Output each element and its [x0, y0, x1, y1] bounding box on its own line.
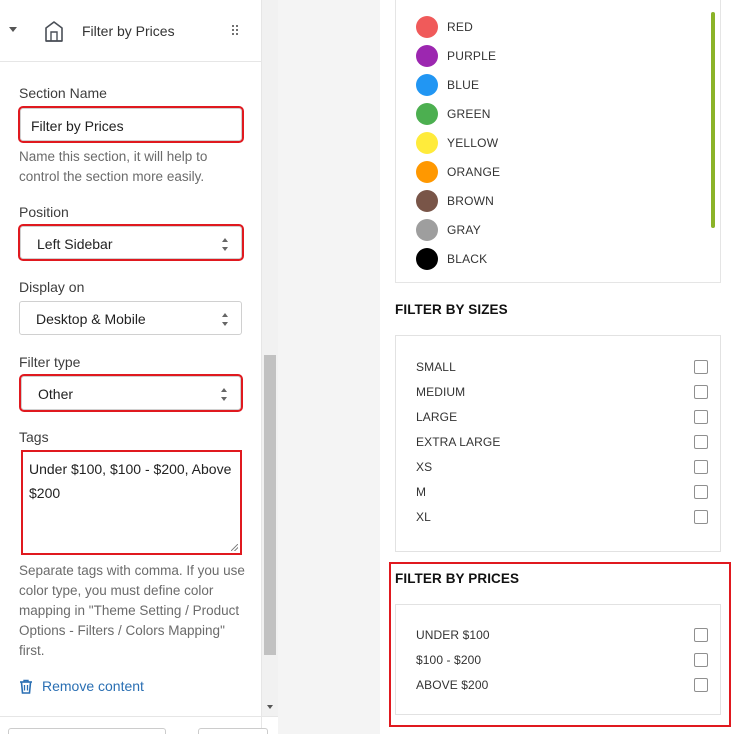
color-name: YELLOW: [447, 135, 499, 150]
color-swatch: [416, 15, 438, 38]
filter-option-label: SMALL: [416, 360, 456, 374]
color-option[interactable]: GREEN: [416, 99, 500, 128]
drag-handle-icon[interactable]: [232, 25, 240, 37]
filter-option[interactable]: MEDIUM: [416, 380, 708, 405]
position-label: Position: [19, 204, 69, 220]
filter-checkbox[interactable]: [694, 435, 708, 449]
color-name: BLACK: [447, 251, 488, 266]
prices-highlight-box: [389, 562, 731, 727]
color-option[interactable]: BROWN: [416, 186, 500, 215]
filter-option[interactable]: M: [416, 480, 708, 505]
color-name: RED: [447, 19, 473, 34]
position-value: Left Sidebar: [37, 236, 113, 252]
tags-label: Tags: [19, 429, 49, 445]
select-arrows-icon: [222, 313, 229, 326]
preview-gutter: [278, 0, 380, 734]
color-name: ORANGE: [447, 164, 501, 179]
filter-checkbox[interactable]: [694, 460, 708, 474]
filter-checkbox[interactable]: [694, 510, 708, 524]
color-name: GRAY: [447, 222, 481, 237]
chevron-down-icon[interactable]: [9, 27, 17, 32]
filter-option[interactable]: LARGE: [416, 405, 708, 430]
color-filter-box: RED PURPLE BLUE GREEN YELLOW ORANGE BROWN GRAY B…: [395, 0, 721, 283]
filter-checkbox[interactable]: [694, 410, 708, 424]
section-name-input[interactable]: Filter by Prices: [18, 106, 244, 143]
tags-textarea[interactable]: Under $100, $100 - $200, Above $200: [21, 450, 242, 555]
filter-option[interactable]: SMALL: [416, 355, 708, 380]
color-list: RED PURPLE BLUE GREEN YELLOW ORANGE BROWN GRAY B…: [416, 12, 500, 273]
sizes-filter-box: SMALL MEDIUM LARGE EXTRA LARGE XS M XL: [395, 335, 721, 552]
color-swatch: [416, 131, 438, 154]
color-option[interactable]: BLUE: [416, 70, 500, 99]
color-option[interactable]: GRAY: [416, 215, 500, 244]
color-swatch: [416, 73, 438, 96]
color-swatch: [416, 218, 438, 241]
filter-option-label: MEDIUM: [416, 385, 466, 399]
filter-option[interactable]: EXTRA LARGE: [416, 430, 708, 455]
color-swatch: [416, 189, 438, 212]
color-swatch: [416, 160, 438, 183]
color-name: PURPLE: [447, 48, 497, 63]
color-list-scrollbar[interactable]: [711, 12, 715, 228]
filter-type-label: Filter type: [19, 354, 81, 370]
color-option[interactable]: YELLOW: [416, 128, 500, 157]
filter-checkbox[interactable]: [694, 485, 708, 499]
display-on-select[interactable]: Desktop & Mobile: [19, 301, 242, 335]
sizes-title: FILTER BY SIZES: [395, 302, 508, 317]
filter-option[interactable]: XS: [416, 455, 708, 480]
scroll-down-icon[interactable]: [267, 705, 273, 709]
filter-option-label: XL: [416, 510, 431, 524]
section-icon: [45, 21, 63, 42]
section-name-value: Filter by Prices: [31, 118, 124, 134]
display-on-value: Desktop & Mobile: [36, 311, 146, 327]
page: Filter by Prices Section Name Filter by …: [0, 0, 735, 734]
section-name-help: Name this section, it will help to contr…: [19, 149, 208, 184]
filter-checkbox[interactable]: [694, 385, 708, 399]
color-option[interactable]: BLACK: [416, 244, 500, 273]
filter-option-label: EXTRA LARGE: [416, 435, 501, 449]
filter-option[interactable]: XL: [416, 505, 708, 530]
color-name: BROWN: [447, 193, 494, 208]
panel-scrollbar[interactable]: [262, 0, 278, 716]
color-swatch: [416, 102, 438, 125]
color-option[interactable]: ORANGE: [416, 157, 500, 186]
trash-icon: [20, 679, 32, 694]
color-swatch: [416, 44, 438, 67]
select-arrows-icon: [222, 238, 229, 251]
color-swatch: [416, 247, 438, 270]
color-option[interactable]: PURPLE: [416, 41, 500, 70]
display-on-label: Display on: [19, 279, 85, 295]
color-name: GREEN: [447, 106, 491, 121]
footer-divider: [0, 716, 278, 717]
tags-value: Under $100, $100 - $200, Above $200: [29, 461, 232, 501]
color-option[interactable]: RED: [416, 12, 500, 41]
resize-grip-icon[interactable]: [231, 544, 238, 551]
filter-option-label: M: [416, 485, 427, 499]
position-select[interactable]: Left Sidebar: [18, 224, 244, 261]
select-arrows-icon: [221, 388, 228, 401]
panel-title: Filter by Prices: [82, 23, 175, 39]
panel-header: Filter by Prices: [0, 0, 262, 62]
tags-help: Separate tags with comma. If you use col…: [19, 563, 245, 658]
filter-option-label: XS: [416, 460, 433, 474]
footer-button[interactable]: [198, 728, 268, 734]
remove-content-button[interactable]: Remove content: [19, 676, 144, 696]
footer-button[interactable]: [8, 728, 166, 734]
color-name: BLUE: [447, 77, 480, 92]
filter-checkbox[interactable]: [694, 360, 708, 374]
section-name-label: Section Name: [19, 85, 107, 101]
scrollbar-thumb[interactable]: [264, 355, 276, 655]
filter-option-label: LARGE: [416, 410, 458, 424]
settings-panel: Filter by Prices Section Name Filter by …: [0, 0, 262, 734]
filter-type-value: Other: [38, 386, 74, 402]
filter-type-select[interactable]: Other: [19, 374, 243, 412]
remove-content-label: Remove content: [42, 678, 144, 694]
